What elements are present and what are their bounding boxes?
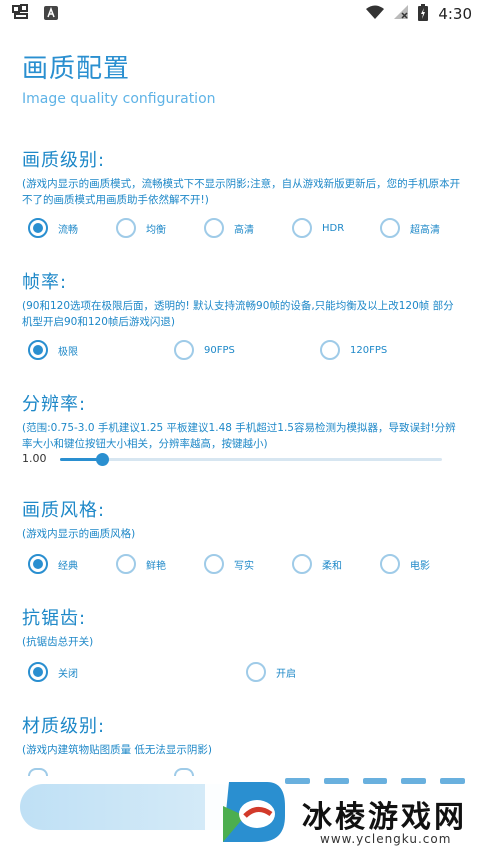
watermark-logo-icon <box>223 782 285 842</box>
quality-option-uhd[interactable]: 超高清 <box>380 218 460 238</box>
option-label: 经典 <box>58 560 78 572</box>
style-option-classic[interactable]: 经典 <box>28 554 116 574</box>
radio-button[interactable] <box>174 768 194 776</box>
option-label: HDR <box>322 222 345 234</box>
antialias-option-off[interactable]: 关闭 <box>28 662 246 682</box>
quality-section: 画质级别: (游戏内显示的画质模式，流畅模式下不显示阴影;注意，自从游戏新版更新… <box>22 146 462 208</box>
wifi-icon <box>366 5 385 23</box>
slider-thumb[interactable] <box>96 453 110 466</box>
section-description: (抗锯齿总开关) <box>22 636 94 648</box>
radio-button[interactable] <box>204 218 224 238</box>
option-label: 高清 <box>234 224 254 236</box>
app-a-icon <box>44 5 58 24</box>
option-label: 柔和 <box>322 560 342 572</box>
framerate-option-90fps[interactable]: 90FPS <box>174 340 320 360</box>
watermark-site-url: www.yclengku.com <box>320 832 452 846</box>
style-option-realistic[interactable]: 写实 <box>204 554 292 574</box>
option-label: 开启 <box>276 668 296 680</box>
radio-button[interactable] <box>28 218 48 238</box>
resolution-slider-row: 1.00 <box>22 448 462 468</box>
no-sim-icon <box>394 5 409 23</box>
style-option-soft[interactable]: 柔和 <box>292 554 380 574</box>
radio-button[interactable] <box>292 554 312 574</box>
radio-button[interactable] <box>28 340 48 360</box>
radio-button[interactable] <box>320 340 340 360</box>
section-description: (90和120选项在极限后面，透明的! 默认支持流畅90帧的设备,只能均衡及以上… <box>22 300 454 328</box>
option-label: 90FPS <box>204 344 235 356</box>
quality-options: 流畅 均衡 高清 HDR 超高清 <box>28 218 468 238</box>
site-watermark: 冰棱游戏网 www.yclengku.com <box>205 770 480 852</box>
section-description: (游戏内建筑物贴图质量 低无法显示阴影) <box>22 744 213 756</box>
antialias-options: 关闭 开启 <box>28 662 468 682</box>
section-title: 画质级别: <box>22 150 106 171</box>
radio-button[interactable] <box>292 218 312 238</box>
quality-option-hdr[interactable]: HDR <box>292 218 380 238</box>
quality-option-smooth[interactable]: 流畅 <box>28 218 116 238</box>
framerate-option-120fps[interactable]: 120FPS <box>320 340 440 360</box>
material-section: 材质级别: (游戏内建筑物贴图质量 低无法显示阴影) <box>22 712 462 758</box>
option-label: 关闭 <box>58 668 78 680</box>
radio-button[interactable] <box>116 554 136 574</box>
radio-button[interactable] <box>174 340 194 360</box>
radio-button[interactable] <box>28 662 48 682</box>
option-label: 超高清 <box>410 224 440 236</box>
radio-button[interactable] <box>380 218 400 238</box>
radio-button[interactable] <box>246 662 266 682</box>
framerate-option-extreme[interactable]: 极限 <box>28 340 174 360</box>
page-subtitle: Image quality configuration <box>22 91 216 107</box>
quality-option-hd[interactable]: 高清 <box>204 218 292 238</box>
section-description: (游戏内显示的画质风格) <box>22 528 136 540</box>
style-section: 画质风格: (游戏内显示的画质风格) <box>22 496 462 542</box>
quality-option-balanced[interactable]: 均衡 <box>116 218 204 238</box>
radio-button[interactable] <box>380 554 400 574</box>
page-header: 画质配置 Image quality configuration <box>22 48 216 107</box>
option-label: 极限 <box>58 346 78 358</box>
section-title: 帧率: <box>22 272 68 293</box>
style-options: 经典 鲜艳 写实 柔和 电影 <box>28 554 468 574</box>
framerate-options: 极限 90FPS 120FPS <box>28 340 468 360</box>
framerate-section: 帧率: (90和120选项在极限后面，透明的! 默认支持流畅90帧的设备,只能均… <box>22 268 462 330</box>
radio-button[interactable] <box>204 554 224 574</box>
section-title: 抗锯齿: <box>22 608 87 629</box>
option-label: 均衡 <box>146 224 166 236</box>
resolution-value: 1.00 <box>22 452 47 465</box>
radio-button[interactable] <box>116 218 136 238</box>
page-title: 画质配置 <box>22 54 131 84</box>
resolution-section: 分辨率: (范围:0.75-3.0 手机建议1.25 平板建议1.48 手机超过… <box>22 390 462 452</box>
option-label: 写实 <box>234 560 254 572</box>
watermark-ghost-text <box>285 778 465 788</box>
watermark-site-name: 冰棱游戏网 <box>302 800 467 835</box>
radio-button[interactable] <box>28 768 48 776</box>
option-label: 电影 <box>410 560 430 572</box>
option-label: 鲜艳 <box>146 560 166 572</box>
section-description: (游戏内显示的画质模式，流畅模式下不显示阴影;注意，自从游戏新版更新后，您的手机… <box>22 178 461 206</box>
battery-charging-icon <box>418 3 429 25</box>
section-title: 分辨率: <box>22 394 87 415</box>
bug-icon <box>10 3 30 25</box>
section-title: 画质风格: <box>22 500 106 521</box>
section-title: 材质级别: <box>22 716 106 737</box>
status-bar: 4:30 <box>0 0 480 28</box>
style-option-cinema[interactable]: 电影 <box>380 554 460 574</box>
resolution-slider[interactable] <box>60 453 442 466</box>
style-option-vivid[interactable]: 鲜艳 <box>116 554 204 574</box>
clock: 4:30 <box>438 5 472 23</box>
option-label: 流畅 <box>58 224 78 236</box>
radio-button[interactable] <box>28 554 48 574</box>
antialias-section: 抗锯齿: (抗锯齿总开关) <box>22 604 462 650</box>
option-label: 120FPS <box>350 344 388 356</box>
antialias-option-on[interactable]: 开启 <box>246 662 366 682</box>
